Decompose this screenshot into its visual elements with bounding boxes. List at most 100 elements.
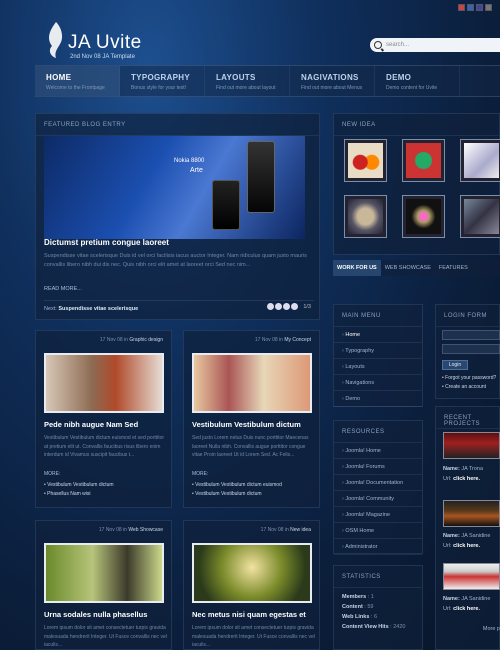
nav-label: DEMO (386, 73, 412, 82)
nav-item-demo[interactable]: DEMO Demo content for Uvite (375, 66, 460, 96)
project-url-link[interactable]: click here. (453, 543, 480, 549)
image-caption: Arte (190, 167, 203, 174)
nav-description: Find out more about layout (216, 85, 276, 91)
idea-thumbnail[interactable] (344, 195, 387, 238)
login-button[interactable]: Login (442, 360, 468, 370)
menu-item-home[interactable]: Home (334, 327, 422, 343)
related-link[interactable]: Vestibulum Vestibulum dictum (44, 481, 113, 490)
password-field[interactable] (442, 344, 500, 354)
slideshow-controls: 1/3 (267, 303, 311, 310)
project-thumbnail[interactable] (443, 500, 500, 527)
menu-item-layouts[interactable]: Layouts (334, 359, 422, 375)
nav-item-navigations[interactable]: NAGIVATIONS Find out more about Menus (290, 66, 375, 96)
font-size-icon[interactable] (467, 4, 474, 11)
stat-row: Web Links : 6 (342, 614, 378, 620)
logo[interactable]: JA Uvite 2nd Nov 08 JA Template (40, 18, 180, 66)
idea-thumbnail[interactable] (460, 139, 500, 182)
idea-thumbnail[interactable] (402, 139, 445, 182)
article-image[interactable] (44, 353, 164, 413)
resource-link[interactable]: Joomla! Forums (334, 459, 422, 475)
resource-link[interactable]: Administrator (334, 539, 422, 555)
resource-link[interactable]: Joomla! Home (334, 443, 422, 459)
font-size-icon[interactable] (476, 4, 483, 11)
project-url-link[interactable]: click here. (453, 606, 480, 612)
project-url: Url: click here. (443, 476, 480, 482)
article-title[interactable]: Vestibulum Vestibulum dictum (192, 420, 317, 429)
font-size-icon[interactable] (458, 4, 465, 11)
create-account-link[interactable]: • Create an account (442, 384, 486, 390)
search-box[interactable]: search... (370, 38, 500, 52)
panel-heading: RECENT PROJECTS (436, 407, 499, 429)
featured-title[interactable]: Dictumst pretium congue laoreet (44, 238, 169, 247)
related-link[interactable]: Phasellus Nam wisi (44, 490, 114, 499)
phone-image (212, 180, 240, 230)
related-link[interactable]: Vestibulum Vestibulum dictum euismod (192, 481, 282, 490)
article-category[interactable]: Web Showcase (128, 527, 163, 533)
resources-panel: RESOURCES Joomla! Home Joomla! Forums Jo… (333, 420, 423, 555)
resource-link[interactable]: OSM Home (334, 523, 422, 539)
new-idea-panel: NEW IDEA (333, 113, 500, 255)
article-meta: 17 Nov 08 in New idea (261, 527, 311, 533)
site-subtitle: 2nd Nov 08 JA Template (70, 54, 135, 60)
article-image[interactable] (192, 353, 312, 413)
nav-description: Welcome to the Frontpage (46, 85, 105, 91)
project-name: Name: JA Sanidine (443, 596, 490, 602)
tab-work-for-us[interactable]: WORK FOR US (333, 260, 381, 276)
article-category[interactable]: My Concept (284, 337, 311, 343)
article-date: 17 Nov 08 in (99, 337, 128, 343)
nav-description: Find out more about Menus (301, 85, 363, 91)
article-category[interactable]: New idea (290, 527, 311, 533)
forgot-password-link[interactable]: • Forgot your password? (442, 375, 496, 381)
project-name: Name: JA Trona (443, 466, 483, 472)
next-entry-link[interactable]: Suspendisse vitae scelerisque (58, 306, 138, 312)
next-icon[interactable] (291, 303, 299, 310)
font-size-icon[interactable] (485, 4, 492, 11)
article-image[interactable] (192, 543, 312, 603)
nav-item-layouts[interactable]: LAYOUTS Find out more about layout (205, 66, 290, 96)
article-category[interactable]: Graphic design (129, 337, 163, 343)
menu-item-typography[interactable]: Typography (334, 343, 422, 359)
project-name: Name: JA Sanidine (443, 533, 490, 539)
resource-link[interactable]: Joomla! Documentation (334, 475, 422, 491)
project-url-label: Url: (443, 476, 452, 482)
stat-label: Content View Hits (342, 624, 389, 630)
play-icon[interactable] (267, 303, 275, 310)
related-links: Vestibulum Vestibulum dictum euismod Ves… (192, 481, 282, 499)
idea-thumbnail[interactable] (344, 139, 387, 182)
article-title[interactable]: Urna sodales nulla phasellus (44, 610, 169, 619)
article-title[interactable]: Nec metus nisi quam egestas et (192, 610, 317, 619)
pause-icon[interactable] (283, 303, 291, 310)
stat-value: 6 (374, 614, 378, 620)
project-name-label: Name: (443, 533, 460, 539)
article-meta: 17 Nov 08 in My Concept (255, 337, 311, 343)
menu-item-demo[interactable]: Demo (334, 391, 422, 407)
read-more-link[interactable]: READ MORE... (44, 286, 82, 292)
nav-label: TYPOGRAPHY (131, 73, 191, 82)
menu-item-navigations[interactable]: Navigations (334, 375, 422, 391)
project-name-value: JA Trona (461, 466, 484, 472)
article-title[interactable]: Pede nibh augue Nam Sed (44, 420, 169, 429)
more-projects-link[interactable]: More p (483, 626, 500, 632)
stat-row: Content : 59 (342, 604, 374, 610)
project-url-link[interactable]: click here. (453, 476, 480, 482)
project-thumbnail[interactable] (443, 563, 500, 590)
username-field[interactable] (442, 330, 500, 340)
project-thumbnail[interactable] (443, 432, 500, 459)
project-name-label: Name: (443, 596, 460, 602)
article-image[interactable] (44, 543, 164, 603)
search-input[interactable]: search... (386, 42, 409, 48)
idea-thumbnail[interactable] (402, 195, 445, 238)
prev-icon[interactable] (275, 303, 283, 310)
stat-label: Content (342, 604, 363, 610)
article-meta: 17 Nov 08 in Web Showcase (99, 527, 163, 533)
nav-item-home[interactable]: HOME Welcome to the Frontpage (35, 66, 120, 96)
idea-thumbnail[interactable] (460, 195, 500, 238)
nav-item-typography[interactable]: TYPOGRAPHY Bonus style for your text! (120, 66, 205, 96)
resource-link[interactable]: Joomla! Community (334, 491, 422, 507)
nav-label: HOME (46, 73, 72, 82)
tab-features[interactable]: FEATURES (435, 260, 472, 276)
related-link[interactable]: Vestibulum Vestibulum dictum (192, 490, 282, 499)
tab-web-showcase[interactable]: WEB SHOWCASE (381, 260, 435, 276)
featured-image[interactable]: Nokia 8800 Arte (44, 136, 305, 239)
resource-link[interactable]: Joomla! Magazine (334, 507, 422, 523)
